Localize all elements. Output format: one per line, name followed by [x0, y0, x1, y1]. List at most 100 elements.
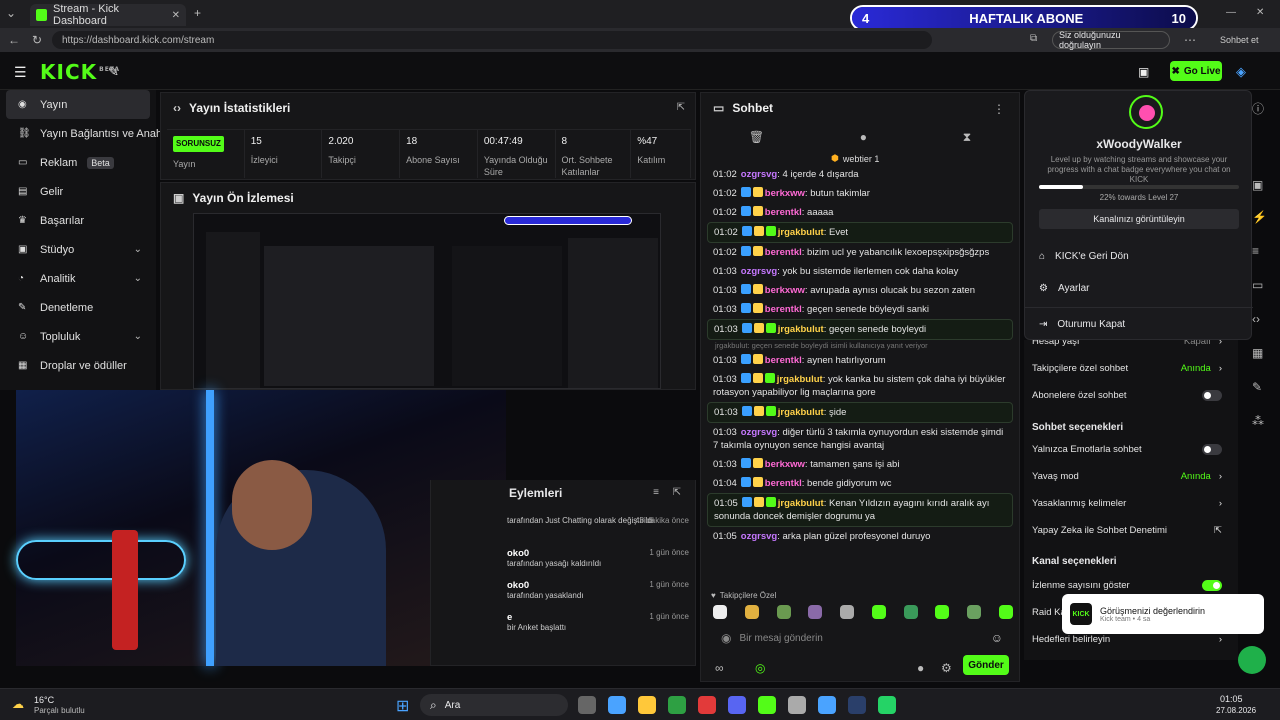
taskbar-app-icon[interactable]	[878, 696, 896, 714]
sidebar-item-7[interactable]: ✎ Denetleme	[0, 293, 156, 322]
taskbar-app-icon[interactable]	[758, 696, 776, 714]
kick-logo[interactable]: KICK BETA	[40, 60, 120, 84]
more-icon[interactable]: ⋯	[1184, 33, 1196, 47]
rail-grid-icon[interactable]: ▦	[1252, 346, 1263, 360]
action-row[interactable]: oko0 tarafından yasağı kaldırıldı 1 gün ön…	[507, 548, 689, 580]
setting-row[interactable]: Yavaş mod Anında ›	[1032, 463, 1232, 490]
tab-list-icon[interactable]: ⌄	[6, 6, 16, 20]
sidebar-item-1[interactable]: ⛓ Yayın Bağlantısı ve Anahtarı	[0, 119, 178, 148]
chat-bubble-icon[interactable]: ●	[917, 661, 924, 675]
toggle-switch[interactable]	[1202, 444, 1222, 455]
feedback-toast[interactable]: KICK Görüşmenizi değerlendirin Kick team…	[1062, 594, 1264, 634]
smile-icon[interactable]: ☺	[991, 631, 1003, 645]
chat-message[interactable]: 01:03 berentkl: geçen senede böyleydi san…	[707, 300, 1013, 319]
sidebar-item-8[interactable]: ☺ Topluluk ⌄	[0, 322, 156, 351]
chat-message[interactable]: 01:05 ozgrsvg: arka plan güzel profesyone…	[707, 527, 1013, 546]
taskbar-app-icon[interactable]	[668, 696, 686, 714]
message-user[interactable]: ozgrsvg	[741, 266, 777, 277]
message-user[interactable]: jrgakbulut	[778, 324, 824, 335]
minimize-icon[interactable]: —	[1226, 7, 1236, 18]
emote-icon[interactable]	[871, 605, 886, 619]
chevron-down-icon[interactable]: ⌄	[134, 273, 142, 284]
setting-row[interactable]: Yasaklanmış kelimeler ›	[1032, 490, 1232, 517]
message-user[interactable]: berkxww	[765, 285, 805, 296]
emote-picker-icon[interactable]: ◉	[721, 631, 731, 645]
filter-icon[interactable]: ≡	[653, 487, 659, 498]
verify-button[interactable]: Siz olduğunuzu doğrulayın	[1052, 30, 1170, 50]
emote-icon[interactable]	[903, 605, 918, 619]
setting-row[interactable]: Takipçilere özel sohbet Anında ›	[1032, 355, 1232, 382]
sidebar-item-3[interactable]: ▤ Gelir	[0, 177, 156, 206]
emote-icon[interactable]	[967, 605, 982, 619]
chevron-down-icon[interactable]: ⌄	[134, 244, 142, 255]
chat-message[interactable]: 01:03 berentkl: aynen hatırlıyorum	[707, 351, 1013, 370]
chat-message[interactable]: 01:05 jrgakbulut: Kenan Yıldızın ayagını …	[707, 493, 1013, 527]
message-user[interactable]: jrgakbulut	[778, 407, 824, 418]
message-user[interactable]: jrgakbulut	[777, 374, 823, 385]
emote-icon[interactable]	[840, 605, 855, 619]
action-row[interactable]: e bir Anket başlattı 1 gün önce	[507, 612, 689, 644]
sidebar-item-4[interactable]: ♛ Başarılar	[0, 206, 156, 235]
rail-share-icon[interactable]: ⁂	[1252, 414, 1264, 428]
chevron-down-icon[interactable]: ⌄	[134, 331, 142, 342]
sidebar-item-2[interactable]: ▭ Reklam Beta	[0, 148, 156, 177]
chat-settings-icon[interactable]: ⚙	[941, 661, 952, 675]
chat-message[interactable]: 01:04 berentkl: bende gidiyorum wc	[707, 474, 1013, 493]
action-row[interactable]: tarafından Just Chatting olarak değiştir…	[507, 516, 689, 548]
chat-message[interactable]: 01:02 jrgakbulut: Evet	[707, 222, 1013, 243]
logout-item[interactable]: ⇥ Oturumu Kapat	[1039, 319, 1125, 330]
emote-icon[interactable]	[808, 605, 823, 619]
pinned-banner[interactable]: ⬢ webtier 1	[831, 153, 879, 164]
trash-icon[interactable]: 🗑	[749, 130, 764, 144]
close-window-icon[interactable]: ✕	[1256, 7, 1264, 18]
rail-info-icon[interactable]: ⓘ	[1252, 100, 1264, 117]
timer-icon[interactable]: ⧗	[963, 130, 971, 145]
kick-small-icon[interactable]: ◎	[755, 661, 765, 675]
avatar[interactable]: ◈	[1236, 64, 1246, 80]
hamburger-icon[interactable]: ☰	[14, 64, 27, 81]
go-live-button[interactable]: ✖ Go Live	[1170, 61, 1222, 81]
new-tab-icon[interactable]: +	[194, 6, 201, 20]
sidebar-item-6[interactable]: ◔ Analitik ⌄	[0, 264, 156, 293]
popout-icon[interactable]: ⇱	[677, 102, 685, 113]
setting-row[interactable]: Yapay Zeka ile Sohbet Denetimi ⇱	[1032, 517, 1232, 544]
toggle-switch[interactable]	[1202, 580, 1222, 591]
taskbar-app-icon[interactable]	[638, 696, 656, 714]
message-user[interactable]: jrgakbulut	[778, 498, 824, 509]
taskbar-app-icon[interactable]	[848, 696, 866, 714]
rail-chat-icon[interactable]: ▭	[1252, 278, 1263, 292]
message-icon[interactable]: ●	[860, 130, 867, 144]
message-user[interactable]: berentkl	[765, 478, 802, 489]
taskbar-app-icon[interactable]	[728, 696, 746, 714]
taskbar-app-icon[interactable]	[608, 696, 626, 714]
sidebar-item-5[interactable]: ▣ Stüdyo ⌄	[0, 235, 156, 264]
windows-start-icon[interactable]: ⊞	[396, 696, 409, 716]
extensions-icon[interactable]: ⧉	[1030, 33, 1037, 44]
chat-message[interactable]: 01:03 ozgrsvg: diğer türlü 3 takımla oynu…	[707, 423, 1013, 455]
chat-message[interactable]: 01:03 jrgakbulut: geçen senede boyleydi	[707, 319, 1013, 340]
view-channel-button[interactable]: Kanalınızı görüntüleyin	[1039, 209, 1239, 229]
taskbar-app-icon[interactable]	[578, 696, 596, 714]
browser-tab[interactable]: Stream - Kick Dashboard ✕	[30, 3, 186, 27]
settings-item[interactable]: ⚙ Ayarlar	[1039, 283, 1089, 294]
chat-menu-icon[interactable]: ⋮	[993, 102, 1005, 116]
message-user[interactable]: berkxww	[765, 459, 805, 470]
emote-icon[interactable]	[776, 605, 791, 619]
message-user[interactable]: berentkl	[765, 207, 802, 218]
emote-icon[interactable]	[713, 605, 727, 619]
chat-message[interactable]: 01:02 ozgrsvg: 4 içerde 4 dışarda	[707, 165, 1013, 184]
emote-icon[interactable]	[935, 605, 950, 619]
chevron-right-icon[interactable]: ›	[1219, 471, 1222, 482]
back-to-kick-item[interactable]: ⌂ KICK'e Geri Dön	[1039, 251, 1129, 262]
back-icon[interactable]: ←	[8, 33, 20, 47]
support-chat-button[interactable]	[1238, 646, 1266, 674]
actions-popout-icon[interactable]: ⇱	[673, 487, 681, 498]
message-user[interactable]: berkxww	[765, 188, 805, 199]
action-row[interactable]: oko0 tarafından yasaklandı 1 gün önce	[507, 580, 689, 612]
emote-icon[interactable]	[744, 605, 759, 619]
setting-row[interactable]: Abonelere özel sohbet	[1032, 382, 1232, 409]
message-user[interactable]: jrgakbulut	[778, 227, 824, 238]
close-tab-icon[interactable]: ✕	[172, 10, 180, 21]
message-user[interactable]: berentkl	[765, 304, 802, 315]
rail-bolt-icon[interactable]: ⚡	[1252, 210, 1267, 224]
